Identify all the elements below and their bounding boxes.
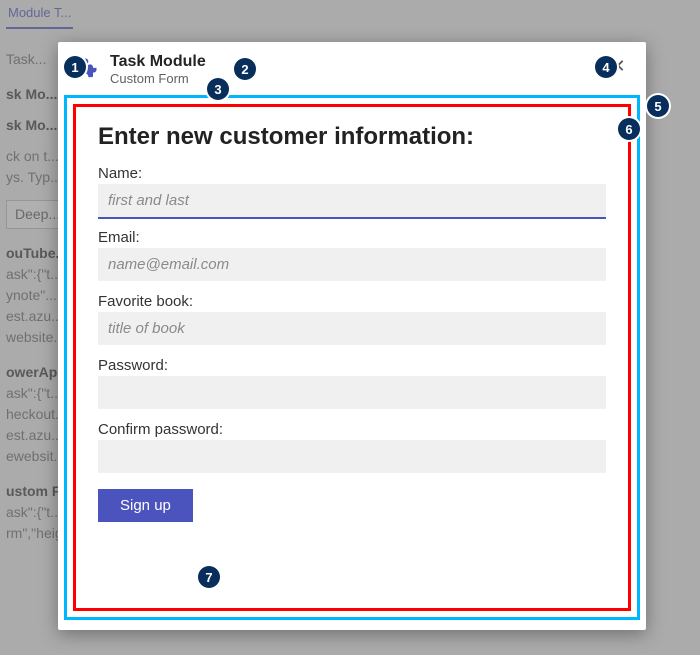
callout-7: 7 xyxy=(198,566,220,588)
field-confirm-password: Confirm password: xyxy=(98,421,606,473)
book-label: Favorite book: xyxy=(98,293,606,310)
field-name: Name: xyxy=(98,165,606,217)
callout-4: 4 xyxy=(595,56,617,78)
bg-tab: Module T... xyxy=(6,3,73,29)
password-input[interactable] xyxy=(98,376,606,409)
email-label: Email: xyxy=(98,229,606,246)
field-book: Favorite book: xyxy=(98,293,606,345)
form-title: Enter new customer information: xyxy=(98,123,606,151)
modal-header: Task Module Custom Form ✕ xyxy=(58,42,646,91)
callout-2: 2 xyxy=(234,58,256,80)
task-module-modal: Task Module Custom Form ✕ Enter new cust… xyxy=(58,42,646,630)
field-password: Password: xyxy=(98,357,606,409)
name-label: Name: xyxy=(98,165,606,182)
field-email: Email: xyxy=(98,229,606,281)
callout-5: 5 xyxy=(647,95,669,117)
modal-title: Task Module xyxy=(110,52,604,71)
confirm-password-label: Confirm password: xyxy=(98,421,606,438)
callout-3: 3 xyxy=(207,78,229,100)
modal-content: Enter new customer information: Name: Em… xyxy=(73,104,631,611)
name-input[interactable] xyxy=(98,184,606,217)
password-label: Password: xyxy=(98,357,606,374)
email-input[interactable] xyxy=(98,248,606,281)
book-input[interactable] xyxy=(98,312,606,345)
modal-iframe-area: Enter new customer information: Name: Em… xyxy=(64,95,640,620)
callout-6: 6 xyxy=(618,118,640,140)
confirm-password-input[interactable] xyxy=(98,440,606,473)
modal-subtitle: Custom Form xyxy=(110,71,604,87)
callout-1: 1 xyxy=(64,56,86,78)
sign-up-button[interactable]: Sign up xyxy=(98,489,193,522)
